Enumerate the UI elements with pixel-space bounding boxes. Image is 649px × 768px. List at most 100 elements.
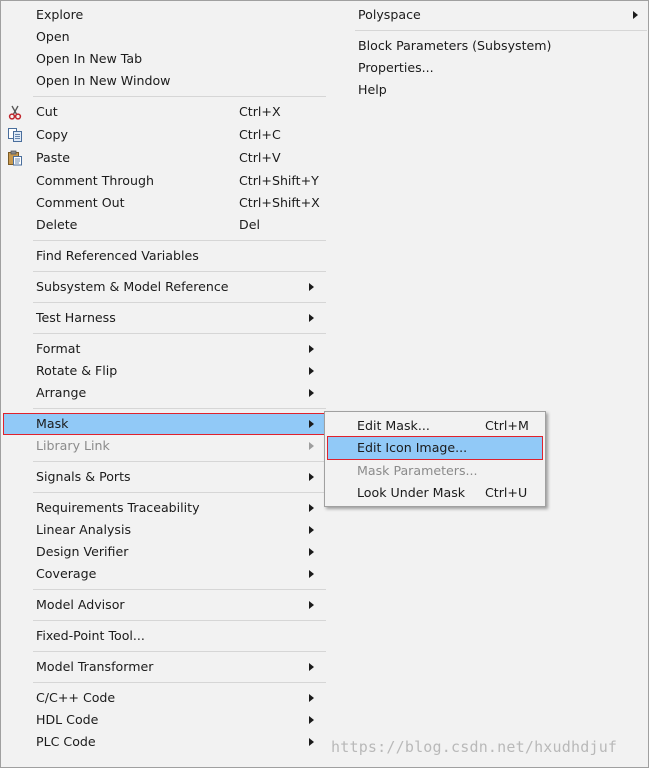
menu-item-label: Linear Analysis <box>36 522 132 537</box>
scissors-icon <box>7 104 23 120</box>
menu-separator <box>33 302 326 303</box>
menu-item-label: Subsystem & Model Reference <box>36 279 229 294</box>
menu-item-find-referenced-variables[interactable]: Find Referenced Variables <box>1 245 326 267</box>
menu-item-label: Comment Through <box>36 173 154 188</box>
menu-item-subsystem-model-reference[interactable]: Subsystem & Model Reference <box>1 276 326 298</box>
menu-separator <box>33 682 326 683</box>
menu-item-hdl-code[interactable]: HDL Code <box>1 709 326 731</box>
menu-separator <box>33 620 326 621</box>
menu-item-design-verifier[interactable]: Design Verifier <box>1 541 326 563</box>
menu-item-test-harness[interactable]: Test Harness <box>1 307 326 329</box>
menu-item-library-link: Library Link <box>1 435 326 457</box>
menu-item-cut[interactable]: Cut Ctrl+X <box>1 101 326 123</box>
menu-separator <box>33 240 326 241</box>
menu-item-label: Requirements Traceability <box>36 500 200 515</box>
submenu-arrow-icon <box>309 283 314 291</box>
menu-item-plc-code[interactable]: PLC Code <box>1 731 326 753</box>
menu-item-comment-through[interactable]: Comment Through Ctrl+Shift+Y <box>1 170 326 192</box>
menu-item-label: Signals & Ports <box>36 469 131 484</box>
menu-item-label: Mask Parameters... <box>357 463 478 478</box>
menu-item-label: Comment Out <box>36 195 125 210</box>
menu-item-label: Delete <box>36 217 78 232</box>
menu-item-arrange[interactable]: Arrange <box>1 382 326 404</box>
menu-item-linear-analysis[interactable]: Linear Analysis <box>1 519 326 541</box>
submenu-arrow-icon <box>309 504 314 512</box>
submenu-arrow-icon <box>309 389 314 397</box>
menu-item-label: Paste <box>36 150 70 165</box>
submenu-arrow-icon <box>633 11 638 19</box>
submenu-item-mask-parameters: Mask Parameters... <box>325 460 545 482</box>
menu-item-label: Cut <box>36 104 58 119</box>
submenu-arrow-icon <box>309 314 314 322</box>
menu-item-label: Mask <box>36 416 69 431</box>
menu-item-label: Library Link <box>36 438 110 453</box>
menu-item-label: Open In New Window <box>36 73 171 88</box>
menu-item-model-advisor[interactable]: Model Advisor <box>1 594 326 616</box>
menu-item-model-transformer[interactable]: Model Transformer <box>1 656 326 678</box>
submenu-arrow-icon <box>309 473 314 481</box>
menu-item-label: Polyspace <box>358 7 421 22</box>
menu-item-block-parameters[interactable]: Block Parameters (Subsystem) <box>323 35 647 57</box>
menu-item-c-cpp-code[interactable]: C/C++ Code <box>1 687 326 709</box>
submenu-item-edit-mask[interactable]: Edit Mask... Ctrl+M <box>325 415 545 437</box>
menu-item-label: PLC Code <box>36 734 96 749</box>
submenu-arrow-icon <box>309 526 314 534</box>
menu-separator <box>33 408 326 409</box>
menu-separator <box>355 30 647 31</box>
menu-item-label: Open In New Tab <box>36 51 143 66</box>
menu-item-fixed-point-tool[interactable]: Fixed-Point Tool... <box>1 625 326 647</box>
menu-item-label: Rotate & Flip <box>36 363 118 378</box>
menu-item-shortcut: Ctrl+Shift+X <box>239 195 320 210</box>
copy-icon <box>7 127 23 143</box>
menu-item-mask[interactable]: Mask <box>1 413 326 435</box>
menu-item-label: C/C++ Code <box>36 690 116 705</box>
watermark-text: https://blog.csdn.net/hxudhdjuf <box>331 738 618 756</box>
menu-item-shortcut: Ctrl+C <box>239 127 281 142</box>
submenu-arrow-icon <box>309 367 314 375</box>
submenu-arrow-icon <box>309 738 314 746</box>
submenu-item-look-under-mask[interactable]: Look Under Mask Ctrl+U <box>325 482 545 504</box>
menu-item-help[interactable]: Help <box>323 79 647 101</box>
menu-separator <box>33 461 326 462</box>
submenu-arrow-icon <box>309 548 314 556</box>
menu-separator <box>33 651 326 652</box>
menu-item-coverage[interactable]: Coverage <box>1 563 326 585</box>
menu-item-label: Format <box>36 341 81 356</box>
menu-item-label: Edit Mask... <box>357 418 430 433</box>
menu-item-format[interactable]: Format <box>1 338 326 360</box>
submenu-arrow-icon <box>309 442 314 450</box>
menu-item-label: Copy <box>36 127 68 142</box>
menu-item-rotate-flip[interactable]: Rotate & Flip <box>1 360 326 382</box>
menu-item-delete[interactable]: Delete Del <box>1 214 326 236</box>
clipboard-icon <box>7 150 23 166</box>
menu-separator <box>33 333 326 334</box>
menu-item-copy[interactable]: Copy Ctrl+C <box>1 124 326 146</box>
menu-item-label: Test Harness <box>36 310 116 325</box>
menu-item-requirements-traceability[interactable]: Requirements Traceability <box>1 497 326 519</box>
menu-item-label: Block Parameters (Subsystem) <box>358 38 552 53</box>
menu-item-shortcut: Ctrl+U <box>485 485 528 500</box>
menu-item-shortcut: Ctrl+X <box>239 104 281 119</box>
menu-item-paste[interactable]: Paste Ctrl+V <box>1 147 326 169</box>
menu-item-properties[interactable]: Properties... <box>323 57 647 79</box>
menu-item-comment-out[interactable]: Comment Out Ctrl+Shift+X <box>1 192 326 214</box>
mask-submenu: Edit Mask... Ctrl+M Edit Icon Image... M… <box>324 411 546 507</box>
menu-item-shortcut: Ctrl+M <box>485 418 529 433</box>
menu-item-signals-ports[interactable]: Signals & Ports <box>1 466 326 488</box>
menu-item-label: Model Transformer <box>36 659 154 674</box>
menu-separator <box>33 96 326 97</box>
menu-item-shortcut: Ctrl+V <box>239 150 281 165</box>
menu-item-label: Coverage <box>36 566 97 581</box>
submenu-item-edit-icon-image[interactable]: Edit Icon Image... <box>325 437 545 459</box>
menu-item-label: Arrange <box>36 385 87 400</box>
menu-item-label: HDL Code <box>36 712 99 727</box>
submenu-arrow-icon <box>309 420 314 428</box>
menu-separator <box>33 589 326 590</box>
menu-item-shortcut: Ctrl+Shift+Y <box>239 173 319 188</box>
menu-item-label: Model Advisor <box>36 597 125 612</box>
submenu-arrow-icon <box>309 694 314 702</box>
menu-item-label: Properties... <box>358 60 434 75</box>
menu-item-polyspace[interactable]: Polyspace <box>323 4 647 26</box>
submenu-arrow-icon <box>309 570 314 578</box>
context-menu: Explore Open Open In New Tab Open In New… <box>0 0 649 768</box>
